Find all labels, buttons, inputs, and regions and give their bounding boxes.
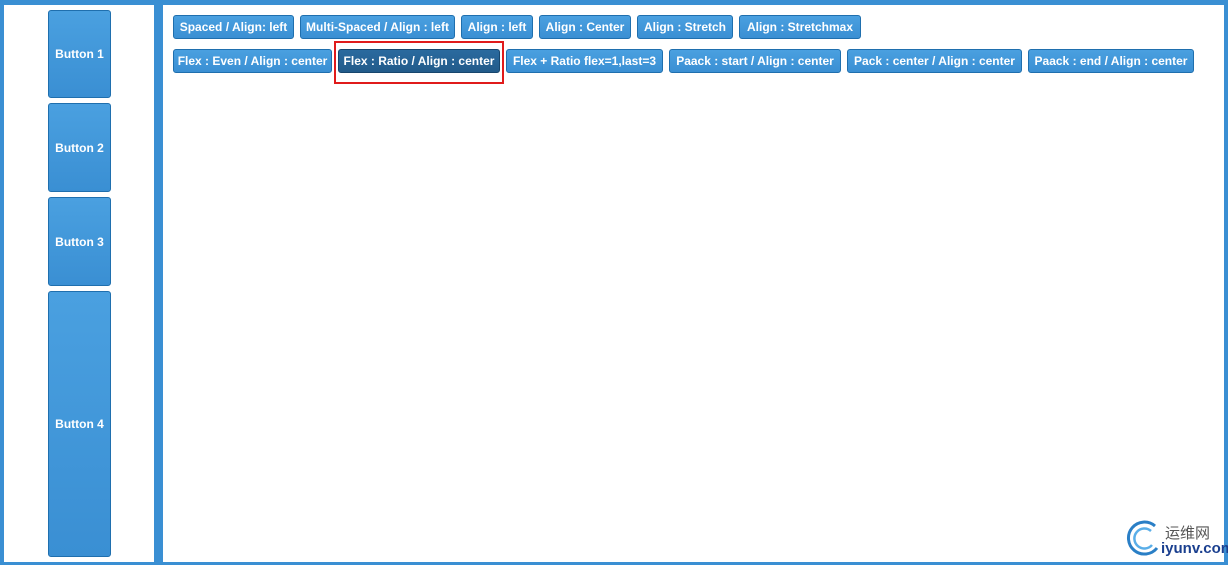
align-stretch-label: Align : Stretch bbox=[643, 20, 726, 34]
button-2[interactable]: Button 2 bbox=[48, 103, 111, 192]
pack-center-align-center-label: Pack : center / Align : center bbox=[854, 54, 1015, 68]
spaced-align-left-button[interactable]: Spaced / Align: left bbox=[173, 15, 294, 39]
align-center-label: Align : Center bbox=[545, 20, 625, 34]
paack-start-align-center-label: Paack : start / Align : center bbox=[676, 54, 834, 68]
flex-ratio-flex-last-button[interactable]: Flex + Ratio flex=1,last=3 bbox=[506, 49, 663, 73]
pack-center-align-center-button[interactable]: Pack : center / Align : center bbox=[847, 49, 1022, 73]
flex-ratio-align-center-button[interactable]: Flex : Ratio / Align : center bbox=[338, 49, 500, 73]
multi-spaced-align-left-label: Multi-Spaced / Align : left bbox=[306, 20, 449, 34]
multi-spaced-align-left-button[interactable]: Multi-Spaced / Align : left bbox=[300, 15, 455, 39]
align-center-button[interactable]: Align : Center bbox=[539, 15, 631, 39]
flex-ratio-align-center-label: Flex : Ratio / Align : center bbox=[343, 54, 495, 68]
paack-end-align-center-button[interactable]: Paack : end / Align : center bbox=[1028, 49, 1194, 73]
paack-start-align-center-button[interactable]: Paack : start / Align : center bbox=[669, 49, 841, 73]
button-4[interactable]: Button 4 bbox=[48, 291, 111, 557]
paack-end-align-center-label: Paack : end / Align : center bbox=[1034, 54, 1188, 68]
button-3-label: Button 3 bbox=[55, 234, 104, 249]
align-stretchmax-button[interactable]: Align : Stretchmax bbox=[739, 15, 861, 39]
left-panel: Button 1 Button 2 Button 3 Button 4 bbox=[4, 5, 154, 562]
button-3[interactable]: Button 3 bbox=[48, 197, 111, 286]
spaced-align-left-label: Spaced / Align: left bbox=[179, 20, 288, 34]
align-stretchmax-label: Align : Stretchmax bbox=[746, 20, 854, 34]
button-1-label: Button 1 bbox=[55, 47, 104, 61]
watermark: 运维网 iyunv.com bbox=[1123, 518, 1228, 560]
align-left-button[interactable]: Align : left bbox=[461, 15, 533, 39]
button-2-label: Button 2 bbox=[55, 140, 104, 155]
button-1[interactable]: Button 1 bbox=[48, 10, 111, 98]
button-4-label: Button 4 bbox=[55, 417, 104, 431]
align-left-label: Align : left bbox=[467, 20, 527, 34]
watermark-logo-icon bbox=[1126, 520, 1159, 556]
watermark-bottom-text: iyunv.com bbox=[1161, 540, 1228, 557]
flex-even-align-center-label: Flex : Even / Align : center bbox=[177, 54, 328, 68]
flex-even-align-center-button[interactable]: Flex : Even / Align : center bbox=[173, 49, 332, 73]
right-panel bbox=[163, 5, 1224, 562]
app-frame: Button 1 Button 2 Button 3 Button 4 Spac… bbox=[0, 0, 1228, 565]
flex-ratio-flex-last-label: Flex + Ratio flex=1,last=3 bbox=[512, 54, 657, 68]
align-stretch-button[interactable]: Align : Stretch bbox=[637, 15, 733, 39]
